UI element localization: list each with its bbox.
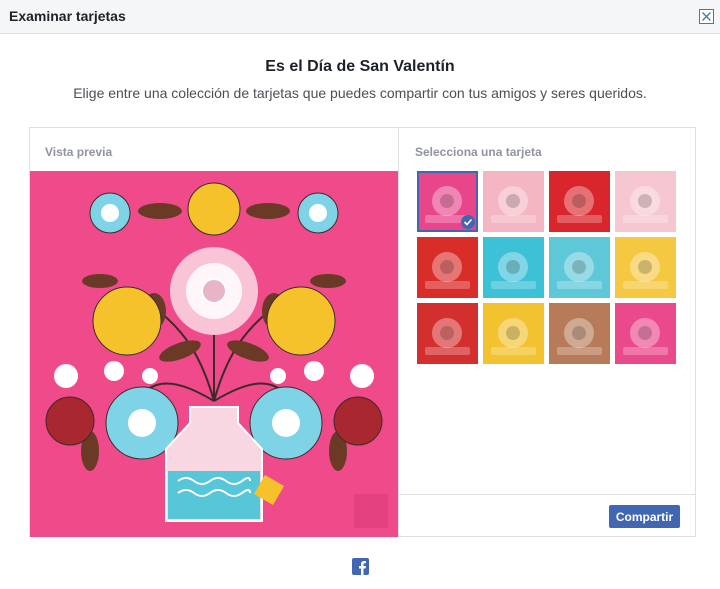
panel-divider — [398, 128, 399, 536]
card-thumb-heart-pizza[interactable] — [483, 237, 544, 298]
card-thumb-rabbit-skateboard[interactable] — [549, 237, 610, 298]
card-thumb-ice-cream[interactable] — [615, 303, 676, 364]
preview-label: Vista previa — [45, 145, 113, 159]
share-button[interactable]: Compartir — [609, 505, 680, 528]
card-preview — [30, 171, 398, 537]
card-browser-panel: Vista previa Selecciona una tarjeta Comp… — [29, 127, 696, 537]
card-thumb-scooter-couple[interactable] — [417, 303, 478, 364]
footer-divider — [399, 494, 696, 495]
preview-artwork — [30, 171, 398, 537]
dialog-title: Examinar tarjetas — [9, 8, 126, 24]
card-thumb-stamps-xo[interactable] — [549, 303, 610, 364]
page-subtitle: Elige entre una colección de tarjetas qu… — [73, 85, 647, 101]
card-thumb-cat-cuddle[interactable] — [417, 237, 478, 298]
close-button[interactable] — [699, 9, 714, 24]
card-thumb-love-envelope[interactable] — [483, 303, 544, 364]
card-thumb-floral-vase[interactable] — [417, 171, 478, 232]
dialog-header: Examinar tarjetas — [0, 0, 720, 34]
facebook-icon — [352, 558, 369, 575]
close-icon — [702, 12, 711, 21]
page-title: Es el Día de San Valentín — [265, 58, 455, 75]
card-thumb-cat-window[interactable] — [549, 171, 610, 232]
selector-label: Selecciona una tarjeta — [415, 145, 542, 159]
card-thumb-love-letters[interactable] — [615, 171, 676, 232]
card-thumb-gorilla[interactable] — [615, 237, 676, 298]
card-thumb-pink-rose[interactable] — [483, 171, 544, 232]
check-icon — [461, 215, 475, 229]
